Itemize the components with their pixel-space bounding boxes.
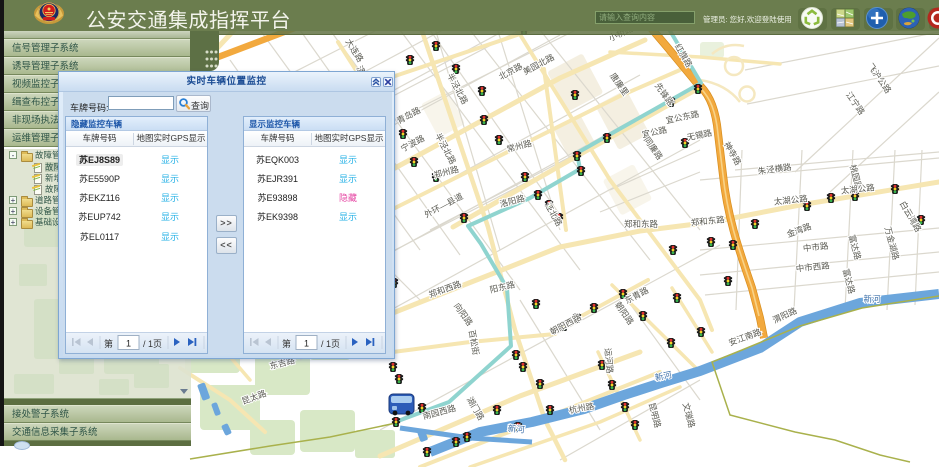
svg-text:新河: 新河 [507, 423, 525, 434]
svg-text:1: 1 [126, 339, 131, 349]
svg-text:1: 1 [304, 339, 309, 349]
svg-text:第: 第 [104, 338, 113, 349]
svg-text:郑和东路: 郑和东路 [624, 219, 659, 229]
svg-text:/ 1页: / 1页 [321, 339, 340, 349]
svg-text:新河: 新河 [863, 294, 881, 304]
svg-text:第: 第 [282, 338, 291, 349]
svg-text:/ 1页: / 1页 [143, 339, 162, 349]
